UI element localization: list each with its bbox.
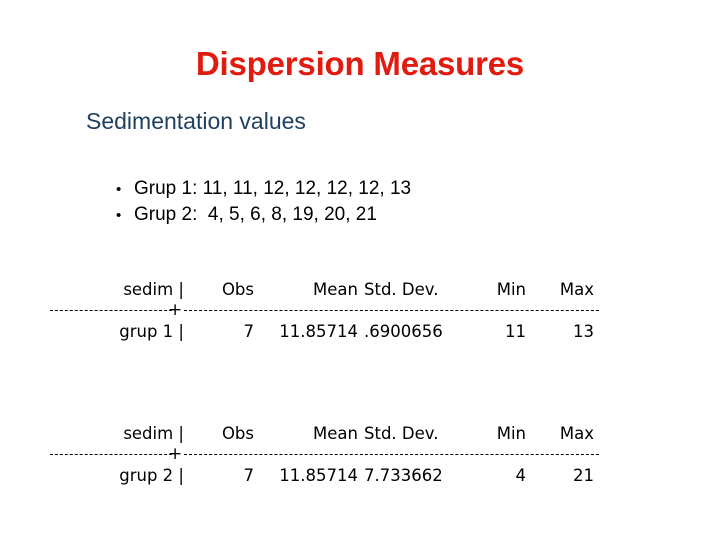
column-header-min: Min <box>496 424 526 443</box>
column-header-mean: Mean <box>313 424 358 443</box>
list-item: • Grup 2: 4, 5, 6, 8, 19, 20, 21 <box>116 202 411 228</box>
list-item-label: Grup 1: 11, 11, 12, 12, 12, 12, 13 <box>134 178 412 199</box>
bullet-point-icon: • <box>116 181 122 198</box>
cell-min: 4 <box>515 466 527 485</box>
column-header-max: Max <box>559 280 594 299</box>
separator-dashes-right <box>184 310 599 311</box>
page-title: Dispersion Measures <box>195 45 525 82</box>
column-header-std-dev: Std. Dev. <box>364 280 439 299</box>
column-header-min: Min <box>496 280 526 299</box>
table-header-row: sedim | Obs Mean Std. Dev. Min Max <box>42 276 678 304</box>
cell-mean: 11.85714 <box>279 322 358 341</box>
cell-min: 11 <box>505 322 526 341</box>
cell-std-dev: 7.733662 <box>364 466 443 485</box>
column-header-std-dev: Std. Dev. <box>364 424 439 443</box>
stata-output-table-1: sedim | Obs Mean Std. Dev. Min Max + gru… <box>42 276 678 346</box>
cell-max: 13 <box>573 322 594 341</box>
bullet-point-icon: • <box>116 207 122 224</box>
table-header-row: sedim | Obs Mean Std. Dev. Min Max <box>42 420 678 448</box>
slide-canvas: Dispersion Measures Sedimentation values… <box>0 0 720 540</box>
separator-dashes-left <box>50 310 172 311</box>
table-separator-rule: + <box>42 300 678 320</box>
column-header-obs: Obs <box>221 424 254 443</box>
separator-dashes-left <box>50 454 172 455</box>
separator-dashes-right <box>184 454 599 455</box>
stata-output-table-2: sedim | Obs Mean Std. Dev. Min Max + gru… <box>42 420 678 490</box>
list-item: • Grup 1: 11, 11, 12, 12, 12, 12, 13 <box>116 176 411 202</box>
cell-variable: grup 2 | <box>119 466 184 485</box>
slide-subtitle: Sedimentation values <box>86 108 306 134</box>
bullet-list: • Grup 1: 11, 11, 12, 12, 12, 12, 13 • G… <box>116 176 411 228</box>
cell-obs: 7 <box>243 322 255 341</box>
cell-variable: grup 1 | <box>119 322 184 341</box>
table-row: grup 2 | 7 11.85714 7.733662 4 21 <box>42 462 678 490</box>
column-header-max: Max <box>559 424 594 443</box>
cell-mean: 11.85714 <box>279 466 358 485</box>
cell-obs: 7 <box>243 466 255 485</box>
table-separator-rule: + <box>42 444 678 464</box>
cell-max: 21 <box>573 466 594 485</box>
column-header-obs: Obs <box>221 280 254 299</box>
column-header-mean: Mean <box>313 280 358 299</box>
table-row: grup 1 | 7 11.85714 .6900656 11 13 <box>42 318 678 346</box>
list-item-label: Grup 2: 4, 5, 6, 8, 19, 20, 21 <box>134 204 377 225</box>
cell-std-dev: .6900656 <box>364 322 443 341</box>
